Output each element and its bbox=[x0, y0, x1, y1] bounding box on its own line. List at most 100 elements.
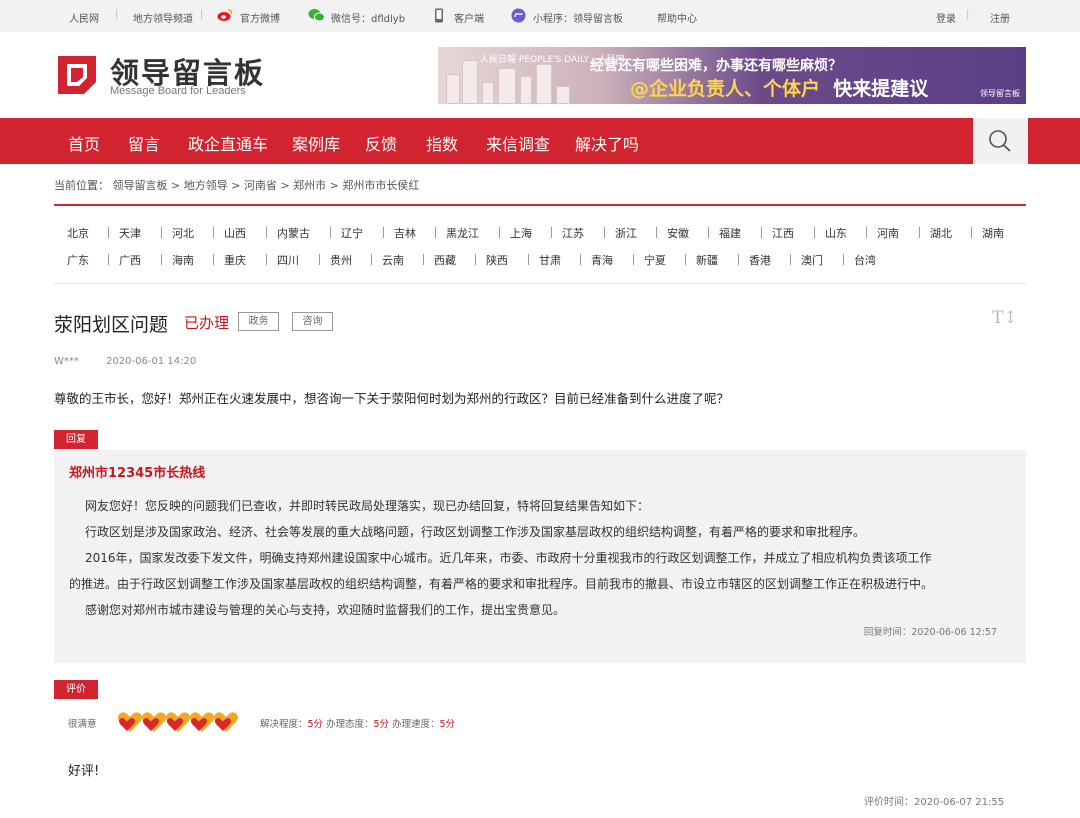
nav-case-library[interactable]: 案例库 bbox=[292, 131, 340, 155]
resolution-score-label: 解决程度： bbox=[260, 719, 308, 730]
province-link[interactable]: 甘肃 bbox=[539, 252, 561, 268]
province-link[interactable]: 云南 bbox=[382, 252, 404, 268]
province-divider bbox=[108, 254, 109, 265]
nav-resolved[interactable]: 解决了吗 bbox=[575, 131, 639, 155]
province-link[interactable]: 北京 bbox=[67, 225, 89, 241]
register-link[interactable]: 注册 bbox=[990, 10, 1010, 25]
evaluation-time-label: 评价时间： bbox=[864, 797, 914, 808]
province-link[interactable]: 天津 bbox=[119, 225, 141, 241]
province-divider bbox=[551, 227, 552, 238]
province-link[interactable]: 广西 bbox=[119, 252, 141, 268]
province-divider bbox=[843, 254, 844, 265]
banner-callout-target: @企业负责人、个体户 bbox=[630, 78, 821, 100]
top-utility-bar: 人民网 | 地方领导频道 | 官方微博 微信号：dfldlyb 客户端 小程序：… bbox=[0, 0, 1080, 32]
miniprogram-link[interactable]: 小程序：领导留言板 bbox=[533, 10, 623, 25]
province-link[interactable]: 香港 bbox=[749, 252, 771, 268]
help-link[interactable]: 帮助中心 bbox=[657, 10, 697, 25]
breadcrumb-item[interactable]: 领导留言板 bbox=[113, 179, 168, 192]
province-link[interactable]: 福建 bbox=[719, 225, 741, 241]
province-link[interactable]: 山东 bbox=[825, 225, 847, 241]
province-link[interactable]: 台湾 bbox=[854, 252, 876, 268]
province-link[interactable]: 吉林 bbox=[394, 225, 416, 241]
province-link[interactable]: 四川 bbox=[277, 252, 299, 268]
province-divider bbox=[266, 227, 267, 238]
province-divider bbox=[266, 254, 267, 265]
weibo-link[interactable]: 官方微博 bbox=[240, 10, 280, 25]
search-icon bbox=[989, 130, 1011, 152]
search-button[interactable] bbox=[973, 118, 1028, 164]
breadcrumb-item[interactable]: 河南省 bbox=[244, 179, 277, 192]
channel-link[interactable]: 地方领导频道 bbox=[133, 10, 193, 25]
province-link[interactable]: 内蒙古 bbox=[277, 225, 310, 241]
province-link[interactable]: 上海 bbox=[510, 225, 532, 241]
breadcrumb-item[interactable]: 地方领导 bbox=[184, 179, 228, 192]
people-link[interactable]: 人民网 bbox=[69, 10, 99, 25]
province-divider bbox=[213, 227, 214, 238]
login-link[interactable]: 登录 bbox=[936, 10, 956, 25]
breadcrumb-separator: > bbox=[329, 179, 339, 192]
province-divider bbox=[499, 227, 500, 238]
province-link[interactable]: 河北 bbox=[172, 225, 194, 241]
province-link[interactable]: 陕西 bbox=[486, 252, 508, 268]
message-meta: W*** 2020-06-01 14:20 bbox=[54, 356, 196, 367]
nav-gov-business[interactable]: 政企直通车 bbox=[188, 131, 268, 155]
province-link[interactable]: 新疆 bbox=[696, 252, 718, 268]
province-link[interactable]: 湖北 bbox=[930, 225, 952, 241]
speed-score-value: 5分 bbox=[439, 719, 456, 730]
font-size-icon[interactable]: T↕ bbox=[992, 308, 1018, 328]
nav-index[interactable]: 指数 bbox=[426, 131, 458, 155]
tag-government[interactable]: 政务 bbox=[238, 312, 279, 331]
nav-feedback[interactable]: 反馈 bbox=[365, 131, 397, 155]
province-link[interactable]: 湖南 bbox=[982, 225, 1004, 241]
reply-paragraph: 感谢您对郑州市城市建设与管理的关心与支持，欢迎随时监督我们的工作，提出宝贵意见。 bbox=[85, 603, 566, 617]
heart-icon bbox=[190, 712, 214, 732]
province-link[interactable]: 宁夏 bbox=[644, 252, 666, 268]
province-link[interactable]: 贵州 bbox=[330, 252, 352, 268]
province-link[interactable]: 海南 bbox=[172, 252, 194, 268]
province-link[interactable]: 青海 bbox=[591, 252, 613, 268]
speed-score-label: 办理速度： bbox=[392, 719, 440, 730]
breadcrumb: 当前位置： 领导留言板 > 地方领导 > 河南省 > 郑州市 > 郑州市市长侯红 bbox=[54, 177, 419, 193]
province-link[interactable]: 安徽 bbox=[667, 225, 689, 241]
mobile-icon bbox=[435, 8, 443, 23]
province-link[interactable]: 浙江 bbox=[615, 225, 637, 241]
logo-icon[interactable] bbox=[54, 52, 100, 98]
nav-home[interactable]: 首页 bbox=[68, 131, 100, 155]
nav-letter-survey[interactable]: 来信调查 bbox=[486, 131, 550, 155]
promo-banner[interactable]: 人民日報 PEOPLE'S DAILY · 人民网 经营还有哪些困难，办事还有哪… bbox=[438, 47, 1026, 104]
message-author: W*** bbox=[54, 356, 79, 367]
province-link[interactable]: 辽宁 bbox=[341, 225, 363, 241]
province-link[interactable]: 河南 bbox=[877, 225, 899, 241]
banner-callout-action: 快来提建议 bbox=[833, 78, 929, 100]
province-link[interactable]: 西藏 bbox=[434, 252, 456, 268]
reply-paragraph: 行政区划是涉及国家政治、经济、社会等发展的重大战略问题，行政区划调整工作涉及国家… bbox=[85, 525, 866, 539]
province-divider bbox=[971, 227, 972, 238]
province-divider bbox=[866, 227, 867, 238]
message-body: 尊敬的王市长，您好！郑州正在火速发展中，想咨询一下关于荥阳何时划为郑州的行政区？… bbox=[54, 391, 730, 406]
province-divider bbox=[435, 227, 436, 238]
weibo-icon bbox=[217, 9, 233, 21]
banner-callout: @企业负责人、个体户 快来提建议 bbox=[630, 74, 928, 101]
province-link[interactable]: 广东 bbox=[67, 252, 89, 268]
province-link[interactable]: 山西 bbox=[224, 225, 246, 241]
nav-messages[interactable]: 留言 bbox=[128, 131, 160, 155]
province-divider bbox=[330, 227, 331, 238]
wechat-icon bbox=[308, 9, 325, 22]
province-divider bbox=[161, 254, 162, 265]
province-link[interactable]: 澳门 bbox=[801, 252, 823, 268]
client-link[interactable]: 客户端 bbox=[454, 10, 484, 25]
evaluation-time: 评价时间：2020-06-07 21:55 bbox=[864, 793, 1004, 808]
heart-icon bbox=[142, 712, 166, 732]
breadcrumb-item[interactable]: 郑州市 bbox=[293, 179, 326, 192]
message-title: 荥阳划区问题 bbox=[54, 314, 169, 336]
province-link[interactable]: 江西 bbox=[772, 225, 794, 241]
divider bbox=[54, 204, 1026, 206]
tag-consult[interactable]: 咨询 bbox=[292, 312, 333, 331]
province-link[interactable]: 黑龙江 bbox=[446, 225, 479, 241]
evaluation-comment: 好评! bbox=[68, 764, 100, 779]
province-link[interactable]: 重庆 bbox=[224, 252, 246, 268]
province-link[interactable]: 江苏 bbox=[562, 225, 584, 241]
breadcrumb-item[interactable]: 郑州市市长侯红 bbox=[342, 179, 419, 192]
heart-icon bbox=[166, 712, 190, 732]
miniprogram-icon bbox=[511, 8, 526, 23]
